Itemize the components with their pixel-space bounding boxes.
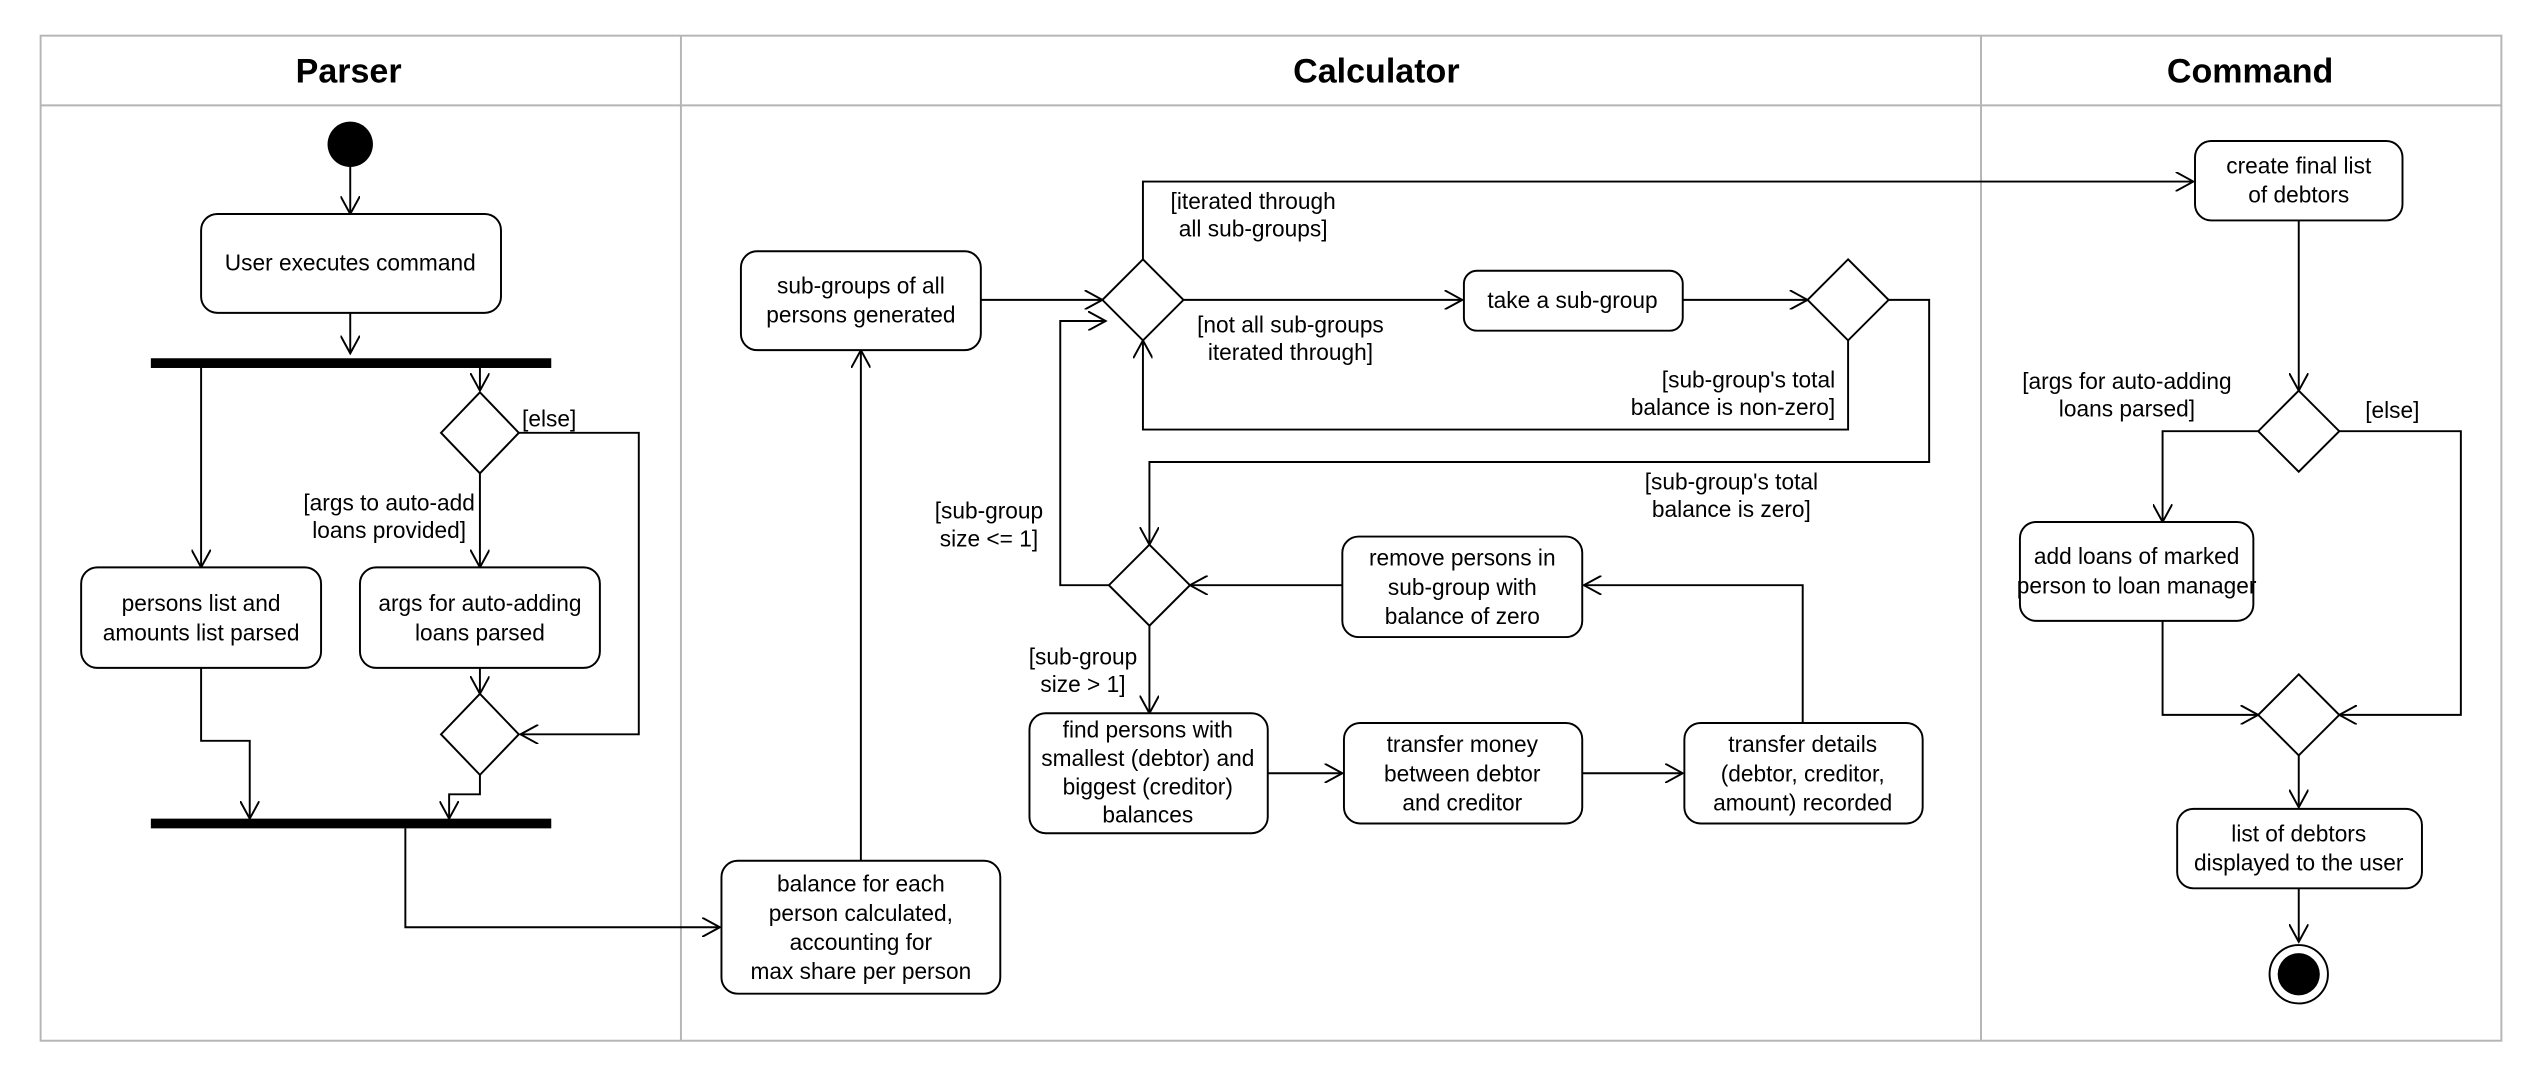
- guard-size-gt1: [sub-group size > 1]: [1029, 644, 1137, 698]
- activity-diagram: Parser Calculator Command User executes …: [39, 34, 2503, 1042]
- action-take-subgroup: take a sub-group: [1462, 269, 1684, 332]
- decision-args-parsed: [2256, 389, 2341, 474]
- decision-args-provided: [439, 390, 521, 475]
- decision-balance-zero: [1806, 257, 1890, 342]
- guard-else-cmd: [else]: [2365, 397, 2419, 423]
- merge-command: [2256, 672, 2341, 757]
- action-subgroups-generated: sub-groups of all persons generated: [739, 250, 982, 352]
- action-transfer-details: transfer details (debtor, creditor, amount…: [1683, 722, 1924, 825]
- lane-title-calculator: Calculator: [1293, 53, 1459, 91]
- svg-text:User executes command: User executes command: [225, 250, 476, 276]
- action-user-executes-command: User executes command: [200, 213, 502, 314]
- svg-text:take a sub-group: take a sub-group: [1487, 287, 1657, 313]
- guard-iterated-all: [iterated through all sub-groups]: [1171, 188, 1336, 242]
- merge-parser: [439, 692, 521, 777]
- guard-args-parsed-cmd: [args for auto-adding loans parsed]: [2022, 368, 2231, 422]
- svg-text:remove persons insub-group wit: remove persons in sub-group with balance o…: [1369, 545, 1556, 629]
- svg-text:transfer details(debtor, credi: transfer details (debtor, creditor, amount…: [1713, 731, 1892, 815]
- action-add-loans: add loans of marked person to loan manage…: [2017, 521, 2257, 622]
- guard-args-provided: [args to auto-add loans provided]: [303, 490, 475, 544]
- action-args-parsed: args for auto-adding loans parsed: [358, 566, 601, 669]
- action-list-displayed: list of debtors displayed to the user: [2176, 807, 2423, 890]
- action-find-persons: find persons with smallest (debtor) and bi…: [1028, 712, 1269, 835]
- lane-title-command: Command: [2167, 53, 2333, 91]
- action-create-final-list: create final list of debtors: [2194, 140, 2404, 222]
- lane-title-parser: Parser: [296, 53, 402, 91]
- svg-text:transfer moneybetween debtoran: transfer money between debtor and creditor: [1384, 731, 1541, 815]
- guard-non-zero: [sub-group's total balance is non-zero]: [1631, 366, 1835, 420]
- decision-all-iterated: [1101, 257, 1185, 342]
- fork-bar: [150, 358, 552, 368]
- guard-not-all: [not all sub-groups iterated through]: [1197, 311, 1384, 365]
- action-persons-list-parsed: persons list and amounts list parsed: [80, 566, 323, 669]
- action-transfer-money: transfer money between debtor and creditor: [1342, 722, 1584, 825]
- initial-node: [327, 121, 373, 167]
- final-node: [2268, 944, 2329, 1005]
- join-bar: [150, 818, 552, 829]
- action-balance-calculated: balance for each person calculated, accoun…: [720, 859, 1002, 995]
- guard-size-le1: [sub-group size <= 1]: [935, 498, 1043, 552]
- guard-else-parser: [else]: [522, 405, 576, 431]
- guard-is-zero: [sub-group's total balance is zero]: [1645, 469, 1818, 523]
- decision-subgroup-size: [1107, 543, 1192, 628]
- action-remove-persons: remove persons in sub-group with balance o…: [1341, 535, 1584, 639]
